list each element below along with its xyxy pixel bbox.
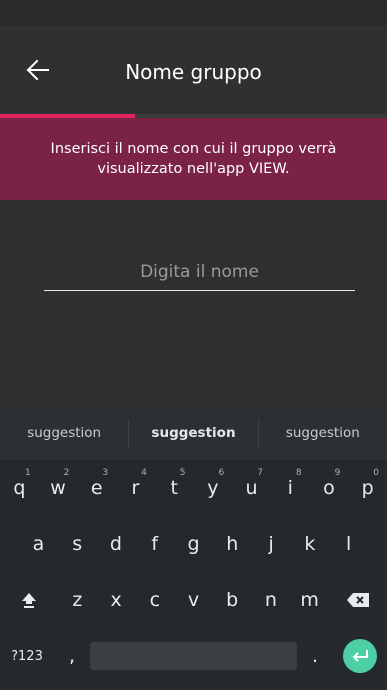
key-f[interactable]: f (135, 516, 174, 572)
keyboard-row-1: q1 w2 e3 r4 t5 y6 u7 i8 o9 p0 (0, 460, 387, 516)
app-bar: Nome gruppo (0, 26, 387, 114)
key-s[interactable]: s (58, 516, 97, 572)
enter-icon (352, 650, 368, 662)
key-hint: 9 (334, 468, 341, 478)
key-n[interactable]: n (252, 572, 291, 628)
suggestion-strip: suggestion suggestion suggestion (0, 406, 387, 460)
suggestion-middle[interactable]: suggestion (129, 425, 257, 441)
key-g[interactable]: g (174, 516, 213, 572)
key-h[interactable]: h (213, 516, 252, 572)
key-label: o (323, 477, 335, 499)
space-key[interactable] (90, 628, 297, 684)
key-label: u (245, 477, 258, 499)
comma-key[interactable]: , (54, 628, 90, 684)
key-z[interactable]: z (58, 572, 97, 628)
key-l[interactable]: l (329, 516, 368, 572)
period-key[interactable]: . (297, 628, 333, 684)
key-t[interactable]: t5 (155, 460, 194, 516)
key-j[interactable]: j (252, 516, 291, 572)
key-o[interactable]: o9 (310, 460, 349, 516)
key-x[interactable]: x (97, 572, 136, 628)
key-a[interactable]: a (19, 516, 58, 572)
symbols-key[interactable]: ?123 (0, 628, 54, 684)
key-label: w (50, 477, 66, 499)
enter-button (343, 639, 377, 673)
group-name-input[interactable] (44, 262, 355, 291)
backspace-icon (346, 593, 369, 607)
space-bar (90, 642, 297, 670)
key-hint: 4 (141, 468, 147, 478)
shift-key[interactable] (0, 572, 58, 628)
key-label: r (131, 477, 140, 499)
key-q[interactable]: q1 (0, 460, 39, 516)
key-hint: 7 (257, 468, 263, 478)
key-u[interactable]: u7 (232, 460, 271, 516)
suggestion-right[interactable]: suggestion (259, 425, 387, 441)
key-hint: 2 (63, 468, 70, 478)
key-label: e (90, 477, 103, 499)
key-label: i (287, 477, 293, 499)
suggestion-left[interactable]: suggestion (0, 425, 128, 441)
key-label: q (13, 477, 26, 499)
key-w[interactable]: w2 (39, 460, 78, 516)
key-hint: 8 (295, 468, 302, 478)
key-hint: 3 (102, 468, 109, 478)
key-label: t (170, 477, 178, 499)
backspace-key[interactable] (329, 572, 387, 628)
key-hint: 1 (24, 468, 31, 478)
key-y[interactable]: y6 (194, 460, 233, 516)
keyboard-row-3: z x c v b n m (0, 572, 387, 628)
page-title: Nome gruppo (125, 60, 262, 84)
key-c[interactable]: c (135, 572, 174, 628)
enter-key[interactable] (333, 628, 387, 684)
key-k[interactable]: k (290, 516, 329, 572)
key-label: y (207, 477, 219, 499)
key-r[interactable]: r4 (116, 460, 155, 516)
info-banner: Inserisci il nome con cui il gruppo verr… (0, 118, 387, 200)
key-hint: 6 (218, 468, 225, 478)
key-i[interactable]: i8 (271, 460, 310, 516)
key-label: p (361, 477, 374, 499)
key-m[interactable]: m (290, 572, 329, 628)
key-p[interactable]: p0 (348, 460, 387, 516)
keyboard-row-4: ?123 , . (0, 628, 387, 684)
key-v[interactable]: v (174, 572, 213, 628)
key-hint: 0 (373, 468, 380, 478)
keyboard-row-2: a s d f g h j k l (0, 516, 387, 572)
key-d[interactable]: d (97, 516, 136, 572)
key-e[interactable]: e3 (77, 460, 116, 516)
status-bar (0, 0, 387, 26)
name-field-wrapper (44, 262, 355, 291)
key-b[interactable]: b (213, 572, 252, 628)
shift-icon (22, 593, 37, 608)
key-hint: 5 (179, 468, 186, 478)
keyboard: suggestion suggestion suggestion q1 w2 e… (0, 406, 387, 690)
